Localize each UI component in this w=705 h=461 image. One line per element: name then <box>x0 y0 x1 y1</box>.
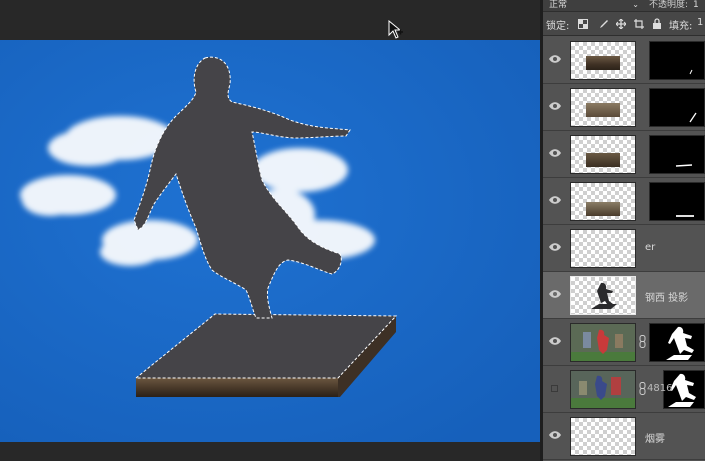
layer-row[interactable] <box>543 37 705 84</box>
mask-stroke <box>689 112 697 123</box>
layer-row[interactable]: er <box>543 225 705 272</box>
mask-stroke <box>689 69 693 75</box>
soil-thumbnail-image <box>586 201 620 216</box>
blend-opacity-row: 正常 ⌄ 不透明度: 1 <box>543 0 705 12</box>
canvas-artwork <box>0 40 540 442</box>
opacity-label: 不透明度: <box>649 0 689 10</box>
layer-thumbnail <box>570 323 636 362</box>
soil-thumbnail-image <box>586 55 620 70</box>
eye-icon[interactable] <box>549 242 561 252</box>
canvas-top-bar <box>0 0 540 40</box>
fill-label: 填充: <box>669 21 693 32</box>
layer-mask-thumbnail[interactable] <box>649 182 705 221</box>
layer-mask-thumbnail[interactable] <box>649 135 705 174</box>
eye-icon[interactable] <box>549 148 561 158</box>
layer-thumbnail <box>570 370 636 409</box>
layer-thumbnail <box>570 41 636 80</box>
mask-stroke <box>676 215 694 217</box>
layer-row[interactable]: 烟雾 <box>543 413 705 460</box>
layers-panel: 正常 ⌄ 不透明度: 1 锁定: 填充: 1 er 钢西 投影 4816 烟雾 <box>543 0 705 461</box>
layer-mask-thumbnail[interactable] <box>649 88 705 127</box>
player-photo-thumbnail <box>571 371 635 408</box>
layer-name: 烟雾 <box>645 434 665 445</box>
layer-thumbnail <box>570 417 636 456</box>
layer-thumbnail <box>570 182 636 221</box>
eye-icon[interactable] <box>549 101 561 111</box>
visibility-off-box[interactable] <box>551 385 558 392</box>
layer-row-selected[interactable]: 钢西 投影 <box>543 272 705 319</box>
lock-position-icon[interactable] <box>615 18 626 29</box>
shadow-thumbnail-image <box>591 282 617 309</box>
eye-icon[interactable] <box>549 336 561 346</box>
blend-mode-select[interactable]: 正常 ⌄ <box>547 0 643 11</box>
soil-thumbnail-image <box>586 152 620 167</box>
layer-mask-thumbnail[interactable] <box>649 41 705 80</box>
layer-row[interactable] <box>543 178 705 225</box>
lock-label: 锁定: <box>546 21 570 32</box>
blend-mode-value: 正常 <box>549 0 568 10</box>
lock-all-icon[interactable] <box>651 18 662 29</box>
lock-artboard-icon[interactable] <box>633 18 644 29</box>
layer-thumbnail <box>570 88 636 127</box>
layer-row[interactable] <box>543 319 705 366</box>
eye-icon[interactable] <box>549 430 561 440</box>
chain-link-icon[interactable] <box>639 335 646 348</box>
layer-name: 钢西 投影 <box>645 293 689 304</box>
eye-icon[interactable] <box>549 195 561 205</box>
eye-icon[interactable] <box>549 289 561 299</box>
layer-thumbnail <box>570 229 636 268</box>
soil-thumbnail-image <box>586 102 620 117</box>
layer-name: 4816 <box>647 383 673 394</box>
lock-image-pixels-icon[interactable] <box>597 18 608 29</box>
eye-icon[interactable] <box>549 54 561 64</box>
player-photo-thumbnail <box>571 324 635 361</box>
lock-row: 锁定: 填充: 1 <box>543 12 705 36</box>
chain-link-icon[interactable] <box>639 382 646 395</box>
canvas-bottom-bar <box>0 442 540 461</box>
layer-row[interactable] <box>543 131 705 178</box>
fill-input[interactable]: 1 <box>697 17 703 28</box>
opacity-input[interactable]: 1 <box>693 0 699 11</box>
layer-thumbnail <box>570 276 636 315</box>
arrow-cursor-icon <box>388 20 403 39</box>
mask-stroke <box>675 164 693 167</box>
lock-transparent-pixels-icon[interactable] <box>577 18 588 29</box>
layer-thumbnail <box>570 135 636 174</box>
layer-mask-thumbnail[interactable] <box>649 323 705 362</box>
chevron-down-icon: ⌄ <box>632 0 639 9</box>
document-canvas[interactable] <box>0 40 540 442</box>
layer-row[interactable]: 4816 <box>543 366 705 413</box>
layer-name: er <box>645 242 656 253</box>
layer-row[interactable] <box>543 84 705 131</box>
mask-silhouette <box>666 326 694 360</box>
